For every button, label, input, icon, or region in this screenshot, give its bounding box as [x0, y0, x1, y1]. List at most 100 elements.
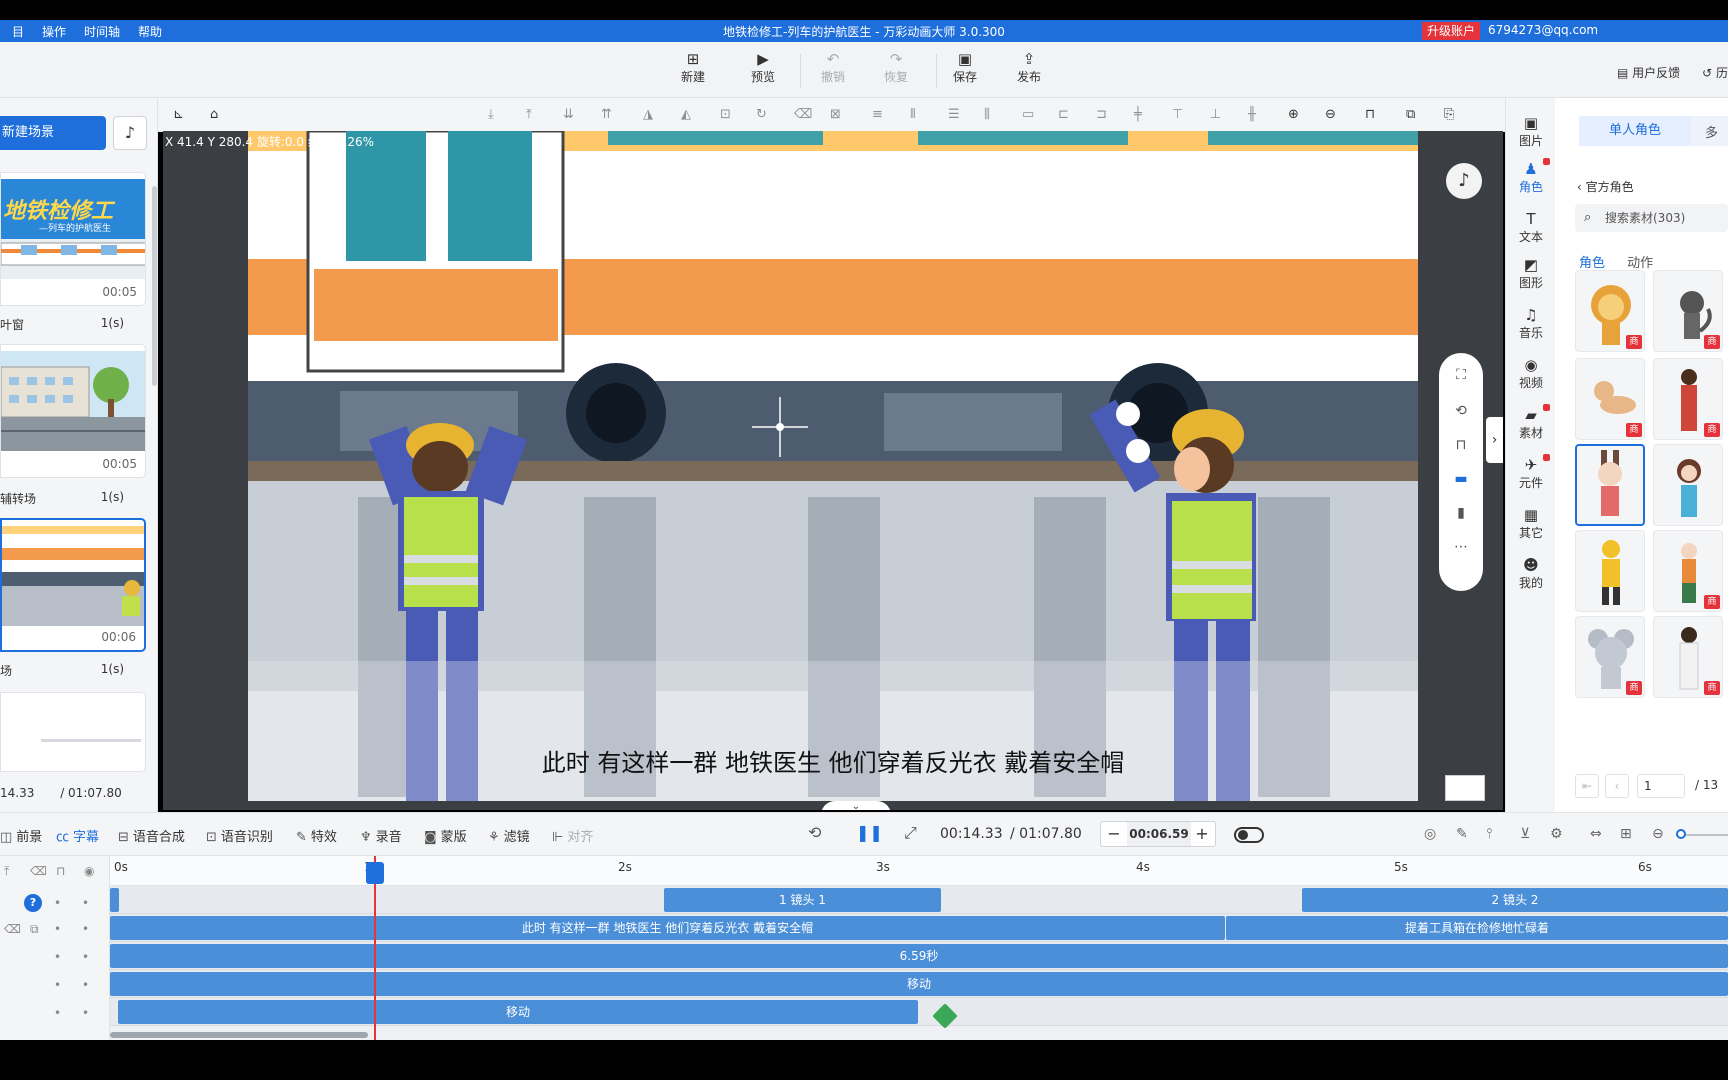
increase-icon[interactable]: +: [1191, 824, 1213, 843]
caption-clip-2[interactable]: 提着工具箱在检修地忙碌着: [1226, 916, 1728, 940]
align-right-icon[interactable]: ⊐: [1096, 107, 1107, 122]
tab-multi-role[interactable]: 多: [1705, 122, 1718, 141]
scene-duration-clip[interactable]: 6.59秒: [110, 944, 1728, 968]
track-dot[interactable]: •: [54, 950, 61, 964]
home-icon[interactable]: ⌂: [210, 107, 218, 122]
asset-card-mouse[interactable]: 商: [1575, 616, 1645, 698]
camera-clip-1[interactable]: 1 镜头 1: [664, 888, 941, 912]
lock-icon[interactable]: ⊡: [720, 107, 731, 122]
asset-card-rabbit[interactable]: [1575, 444, 1645, 526]
select-icon[interactable]: ⊠: [830, 107, 841, 122]
move-bottom-icon[interactable]: ⇊: [563, 107, 574, 122]
nav-character[interactable]: ♟ 角色: [1506, 158, 1556, 195]
caption-track[interactable]: 此时 有这样一群 地铁医生 他们穿着反光衣 戴着安全帽 提着工具箱在检修地忙碌着: [110, 914, 1728, 942]
tts-button[interactable]: ⊟ 语音合成: [118, 826, 185, 845]
track-dot[interactable]: •: [82, 922, 89, 936]
copy-track-icon[interactable]: ⧉: [30, 922, 39, 937]
asr-button[interactable]: ⊡ 语音识别: [206, 826, 273, 845]
decrease-icon[interactable]: −: [1103, 824, 1125, 843]
edit-icon[interactable]: ✎: [1456, 826, 1468, 842]
history-button[interactable]: ↺ 历: [1702, 64, 1728, 81]
asset-search-input[interactable]: ⌕ 搜索素材(303): [1575, 204, 1728, 232]
tab-action[interactable]: 动作: [1627, 256, 1653, 271]
pause-icon[interactable]: ❚❚: [856, 823, 883, 842]
move-clip-2[interactable]: 移动: [118, 1000, 918, 1024]
preview-button[interactable]: ▶ 预览: [740, 50, 786, 85]
split-icon[interactable]: ⫯: [1486, 826, 1492, 842]
paste-icon[interactable]: ⎘: [1444, 107, 1454, 122]
move-up-track-icon[interactable]: ⤒: [4, 864, 9, 879]
fit-timeline-icon[interactable]: ⇔: [1590, 826, 1602, 842]
track-dot[interactable]: •: [82, 978, 89, 992]
asset-card-dog[interactable]: 商: [1575, 358, 1645, 440]
scene-stage[interactable]: 此时 有这样一群 地铁医生 他们穿着反光衣 戴着安全帽: [248, 131, 1418, 801]
new-button[interactable]: ⊞ 新建: [670, 50, 716, 85]
new-scene-button[interactable]: 新建场景: [0, 116, 106, 150]
scene-duration-track[interactable]: 6.59秒: [110, 942, 1728, 970]
fit-screen-icon[interactable]: ⛶: [1439, 367, 1483, 383]
align-hcenter-icon[interactable]: ╪: [1134, 107, 1142, 122]
redo-button[interactable]: ↷ 恢复: [873, 50, 919, 85]
settings-icon[interactable]: ⚙: [1550, 826, 1563, 842]
asset-card-courier[interactable]: [1575, 530, 1645, 612]
flip-v-icon[interactable]: ◭: [681, 107, 691, 122]
scene-panel-scrollbar[interactable]: [152, 186, 157, 386]
nav-music[interactable]: ♫ 音乐: [1506, 306, 1556, 341]
undo-button[interactable]: ↶ 撤销: [810, 50, 856, 85]
portrait-icon[interactable]: ▮: [1439, 505, 1483, 521]
move-top-icon[interactable]: ⇈: [601, 107, 612, 122]
nav-component[interactable]: ✈ 元件: [1506, 454, 1556, 491]
move-up-icon[interactable]: ⤒: [526, 107, 532, 122]
distribute-v-icon[interactable]: ⫼: [984, 107, 990, 122]
scene-card-3[interactable]: 00:06: [0, 518, 146, 652]
align-bottom-icon[interactable]: ⊥: [1210, 107, 1221, 122]
track-dot[interactable]: •: [82, 896, 89, 910]
track-dot[interactable]: •: [54, 1006, 61, 1020]
mask-button[interactable]: ◙ 蒙版: [424, 826, 467, 845]
canvas-minimap[interactable]: [1445, 775, 1485, 801]
track-dot[interactable]: •: [54, 922, 61, 936]
page-input[interactable]: 1: [1637, 774, 1685, 798]
screenshot-icon[interactable]: ◎: [1424, 826, 1436, 842]
nav-image[interactable]: ▣ 图片: [1506, 114, 1556, 149]
caption-clip-1[interactable]: 此时 有这样一群 地铁医生 他们穿着反光衣 戴着安全帽: [110, 916, 1225, 940]
replay-icon[interactable]: ⟲: [808, 823, 821, 842]
eye-icon[interactable]: ◉: [84, 864, 94, 878]
fit-width-icon[interactable]: ▭: [1022, 107, 1034, 122]
move-clip-1[interactable]: 移动: [110, 972, 1728, 996]
playhead-handle[interactable]: [366, 862, 384, 884]
scene-card-4[interactable]: [0, 692, 146, 772]
camera-clip-2[interactable]: 2 镜头 2: [1302, 888, 1728, 912]
align-middle-icon[interactable]: ⦀: [910, 107, 916, 122]
more-icon[interactable]: ⋯: [1439, 539, 1483, 555]
zoom-in-icon[interactable]: ⊕: [1288, 107, 1299, 122]
scene-music-button[interactable]: ♪: [113, 116, 147, 150]
scene-card-1[interactable]: 地铁检修工 —列车的护航医生 00:05: [0, 172, 146, 306]
panel-expand-icon[interactable]: ›: [1486, 417, 1503, 463]
filter-button[interactable]: ⚘ 滤镜: [488, 826, 530, 845]
nav-shape[interactable]: ◩ 图形: [1506, 256, 1556, 291]
scene-card-2[interactable]: 00:05: [0, 344, 146, 478]
distribute-h-icon[interactable]: ☰: [948, 107, 960, 122]
canvas-area[interactable]: 此时 有这样一群 地铁医生 他们穿着反光衣 戴着安全帽 ♪ ⛶ ⟲ ⊓ ▬ ▮ …: [163, 131, 1503, 810]
align-top-icon[interactable]: ⊤: [1172, 107, 1183, 122]
crop-icon[interactable]: ⊾: [173, 107, 184, 122]
zoom-out-icon[interactable]: ⊖: [1325, 107, 1336, 122]
save-button[interactable]: ▣ 保存: [942, 50, 988, 85]
zoom-value[interactable]: 00:06.59: [1127, 822, 1191, 846]
effects-button[interactable]: ✎ 特效: [296, 826, 337, 845]
asset-card-girl[interactable]: [1653, 444, 1723, 526]
copy-icon[interactable]: ⧉: [1406, 107, 1415, 122]
align-vcenter-icon[interactable]: ╫: [1248, 107, 1256, 122]
record-button[interactable]: ♆ 录音: [360, 826, 402, 845]
rotate-icon[interactable]: ↻: [756, 107, 767, 122]
publish-button[interactable]: ⇪ 发布: [1006, 50, 1052, 85]
align-button[interactable]: ⊩ 对齐: [552, 826, 593, 845]
feedback-button[interactable]: ▤ 用户反馈: [1617, 64, 1680, 81]
subtitle-button[interactable]: ㏄字幕: [56, 826, 99, 845]
prev-page-icon[interactable]: ‹: [1605, 774, 1629, 798]
snap-toggle[interactable]: [1234, 827, 1264, 843]
unlock-icon[interactable]: ⊓: [1365, 107, 1375, 122]
landscape-icon[interactable]: ▬: [1439, 471, 1483, 487]
delete-caption-track-icon[interactable]: ⌫: [4, 922, 21, 936]
